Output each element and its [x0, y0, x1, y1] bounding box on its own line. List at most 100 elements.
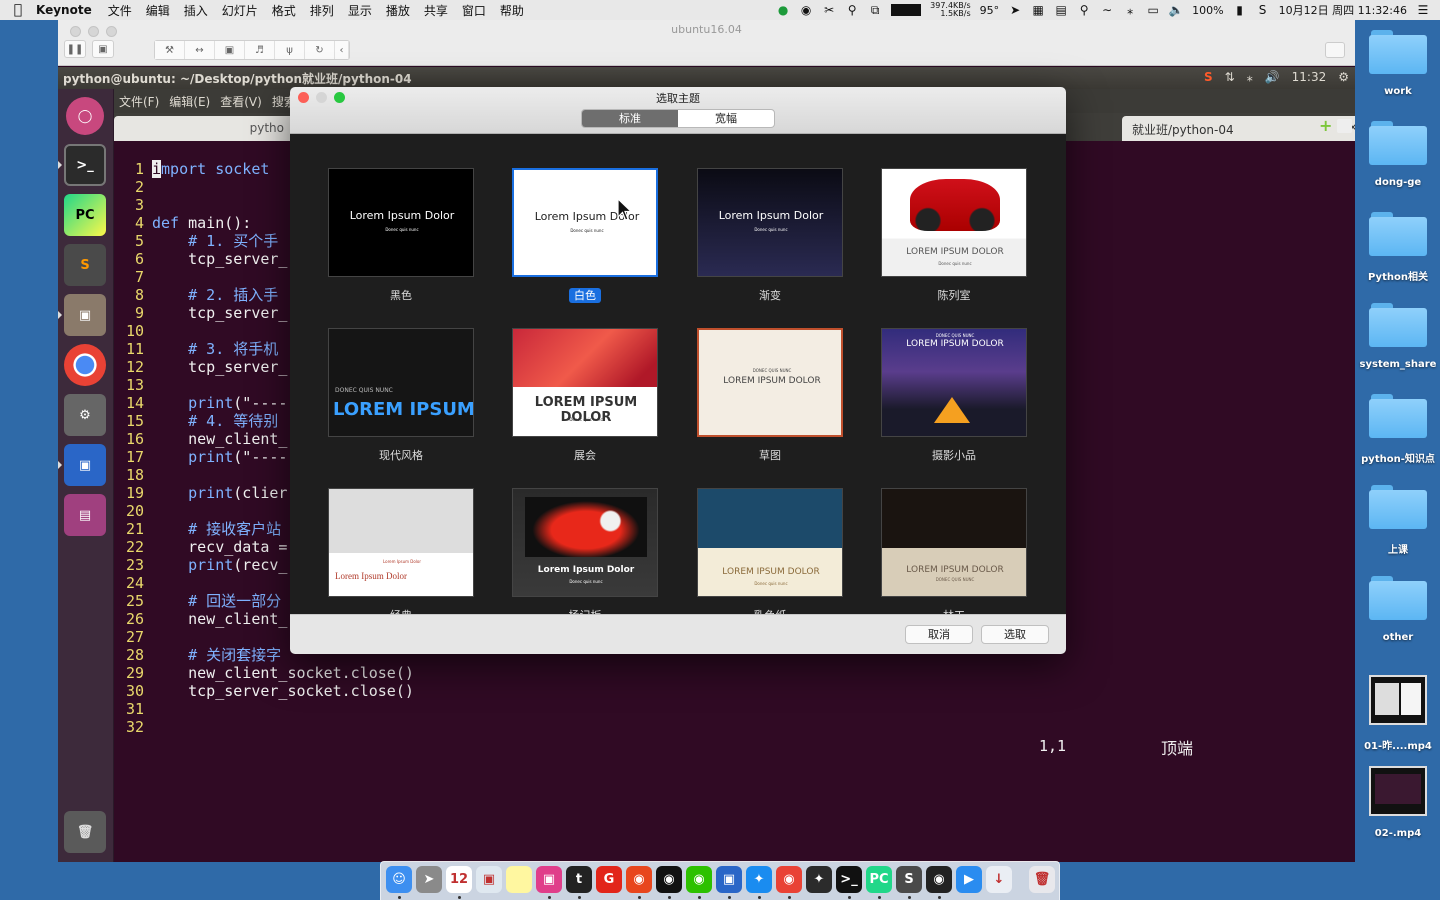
weibo-icon[interactable]: ◉ — [626, 866, 652, 893]
desktop-video-file[interactable]: 02-.mp4 — [1356, 766, 1440, 839]
theme-card[interactable]: LOREM IPSUM DONEC QUIS NUNC — [328, 328, 474, 437]
snapshot-icon[interactable]: ▣ — [92, 40, 114, 58]
sogou-icon[interactable]: S — [1204, 70, 1213, 84]
wechat-icon[interactable]: ◉ — [686, 866, 712, 893]
datetime-text[interactable]: 10月12日 周四 11:32:46 — [1279, 2, 1407, 18]
desktop-folder[interactable]: work — [1356, 30, 1440, 97]
volume-icon[interactable]: 🔈 — [1169, 3, 1184, 17]
terminal-icon[interactable]: >_ — [64, 144, 106, 186]
theme-card[interactable]: Lorem Ipsum Dolor Donec quis nunc — [512, 488, 658, 597]
new-tab-plus-icon[interactable]: + — [1319, 118, 1333, 134]
theme-card[interactable]: LOREM IPSUM DOLOR DONEC QUIS NUNC — [881, 328, 1027, 437]
window-switch-icon[interactable]: ⧉ — [868, 3, 882, 17]
menu-format[interactable]: 格式 — [272, 2, 296, 19]
theme-card[interactable]: LOREM IPSUM DOLOR DONEC QUIS NUNC — [697, 328, 843, 437]
send-icon[interactable]: ➤ — [1008, 3, 1022, 17]
desktop-video-file[interactable]: 01-昨....mp4 — [1356, 675, 1440, 752]
theme-name-label[interactable]: 白色 — [512, 287, 658, 303]
maps-icon[interactable]: ✦ — [806, 866, 832, 893]
theme-name-label[interactable]: 现代风格 — [328, 447, 474, 463]
disk-icon[interactable]: ▣ — [215, 41, 245, 59]
menu-share[interactable]: 共享 — [424, 2, 448, 19]
scissors-icon[interactable]: ✂ — [822, 3, 836, 17]
vmware-icon[interactable]: ◉ — [926, 866, 952, 893]
theme-card[interactable]: Lorem Ipsum Dolor Donec quis nunc — [697, 168, 843, 277]
cancel-button[interactable]: 取消 — [905, 625, 973, 644]
temperature-text[interactable]: 95° — [980, 4, 1000, 17]
sublime-icon[interactable]: S — [64, 244, 106, 286]
chrome-dock-icon[interactable]: ◉ — [776, 866, 802, 893]
menu-help[interactable]: 帮助 — [500, 2, 524, 19]
pause-icon[interactable]: ❚❚ — [64, 40, 86, 58]
preview-icon[interactable]: ▣ — [476, 866, 502, 893]
circle-status-icon[interactable]: ◉ — [799, 3, 813, 17]
ubuntu-dash-icon[interactable]: ◯ — [66, 97, 104, 135]
theme-name-label[interactable]: 杨记板 — [512, 607, 658, 614]
typora-icon[interactable]: t — [566, 866, 592, 893]
term-menu-file[interactable]: 文件(F) — [119, 93, 159, 110]
refresh-status-icon[interactable]: ● — [776, 3, 790, 17]
network-arrows-icon[interactable]: ↔ — [185, 41, 215, 59]
theme-name-label[interactable]: 黑色 — [328, 287, 474, 303]
parallels-icon[interactable]: ▣ — [716, 866, 742, 893]
bluetooth-icon[interactable]: ⁎ — [1123, 3, 1137, 17]
chevron-left-icon[interactable]: ‹ — [335, 41, 349, 59]
theme-name-label[interactable]: 乳色纸 — [697, 607, 843, 614]
theme-card[interactable]: Lorem Ipsum Dolor Lorem Ipsum Dolor — [328, 488, 474, 597]
downloads-icon[interactable]: ↓ — [986, 866, 1012, 893]
settings-gear-icon[interactable]: ⚙ — [1338, 70, 1349, 84]
wifi-icon[interactable]: ∼ — [1100, 3, 1114, 17]
bluetooth-tray-icon[interactable]: ⁎ — [1247, 70, 1253, 84]
keynote-icon[interactable]: ▣ — [536, 866, 562, 893]
network-manager-icon[interactable]: ▣ — [64, 444, 106, 486]
term-menu-view[interactable]: 查看(V) — [220, 93, 262, 110]
pycharm-icon[interactable]: PC — [64, 194, 106, 236]
qq-icon[interactable]: ◉ — [656, 866, 682, 893]
theme-name-label[interactable]: 经典 — [328, 607, 474, 614]
volume-tray-icon[interactable]: 🔊 — [1265, 70, 1280, 84]
menu-arrange[interactable]: 排列 — [310, 2, 334, 19]
theme-name-label[interactable]: 渐变 — [697, 287, 843, 303]
trash-dock-icon[interactable]: 🗑 — [1029, 866, 1055, 893]
location-icon[interactable]: ⚲ — [845, 3, 859, 17]
segment-wide[interactable]: 宽幅 — [678, 110, 774, 127]
app-window-icon[interactable]: ▤ — [64, 494, 106, 536]
menu-view[interactable]: 显示 — [348, 2, 372, 19]
theme-name-label[interactable]: 陈列室 — [881, 287, 1027, 303]
terminal-dock-icon[interactable]: >_ — [836, 866, 862, 893]
finder-icon[interactable]: ☺ — [386, 866, 412, 893]
battery-percent[interactable]: 100% — [1192, 4, 1223, 17]
airplay-icon[interactable]: ▭ — [1146, 3, 1160, 17]
desktop-folder[interactable]: python-知识点 — [1356, 394, 1440, 465]
pycharm-dock-icon[interactable]: PC — [866, 866, 892, 893]
notes-icon[interactable] — [506, 866, 532, 893]
sync-icon[interactable]: ↻ — [305, 41, 335, 59]
desktop-folder[interactable]: system_share — [1356, 303, 1440, 370]
desktop-folder[interactable]: dong-ge — [1356, 121, 1440, 188]
theme-name-label[interactable]: 展会 — [512, 447, 658, 463]
sogou-input-icon[interactable]: S — [1256, 3, 1270, 17]
desktop-folder[interactable]: other — [1356, 576, 1440, 643]
menu-file[interactable]: 文件 — [108, 2, 132, 19]
battery-icon[interactable]: ▮ — [1233, 3, 1247, 17]
vm-fullscreen-icon[interactable] — [1325, 42, 1345, 58]
trash-icon[interactable]: 🗑 — [64, 811, 106, 853]
theme-name-label[interactable]: 摄影小品 — [881, 447, 1027, 463]
desktop-folder[interactable]: Python相关 — [1356, 212, 1440, 283]
menu-window[interactable]: 窗口 — [462, 2, 486, 19]
segment-standard[interactable]: 标准 — [582, 110, 678, 127]
grid-icon[interactable]: ▦ — [1031, 3, 1045, 17]
notification-center-icon[interactable]: ☰ — [1416, 3, 1430, 17]
menu-play[interactable]: 播放 — [386, 2, 410, 19]
calendar-icon[interactable]: ▤ — [1054, 3, 1068, 17]
theme-card[interactable]: LOREM IPSUM DOLOR Donec quis nunc — [881, 168, 1027, 277]
safari-icon[interactable]: ✦ — [746, 866, 772, 893]
chrome-icon[interactable] — [64, 344, 106, 386]
ubuntu-clock[interactable]: 11:32 — [1292, 70, 1327, 84]
terminal-tab-1[interactable]: pytho — [114, 116, 294, 141]
wrench-icon[interactable]: ⚒ — [155, 41, 185, 59]
tab-menu-chevron-down-icon[interactable] — [1337, 119, 1352, 133]
usb-icon[interactable]: ψ — [275, 41, 305, 59]
theme-card[interactable]: LOREM IPSUM DOLOR DONEC QUIS NUNC — [881, 488, 1027, 597]
menu-slide[interactable]: 幻灯片 — [222, 2, 258, 19]
